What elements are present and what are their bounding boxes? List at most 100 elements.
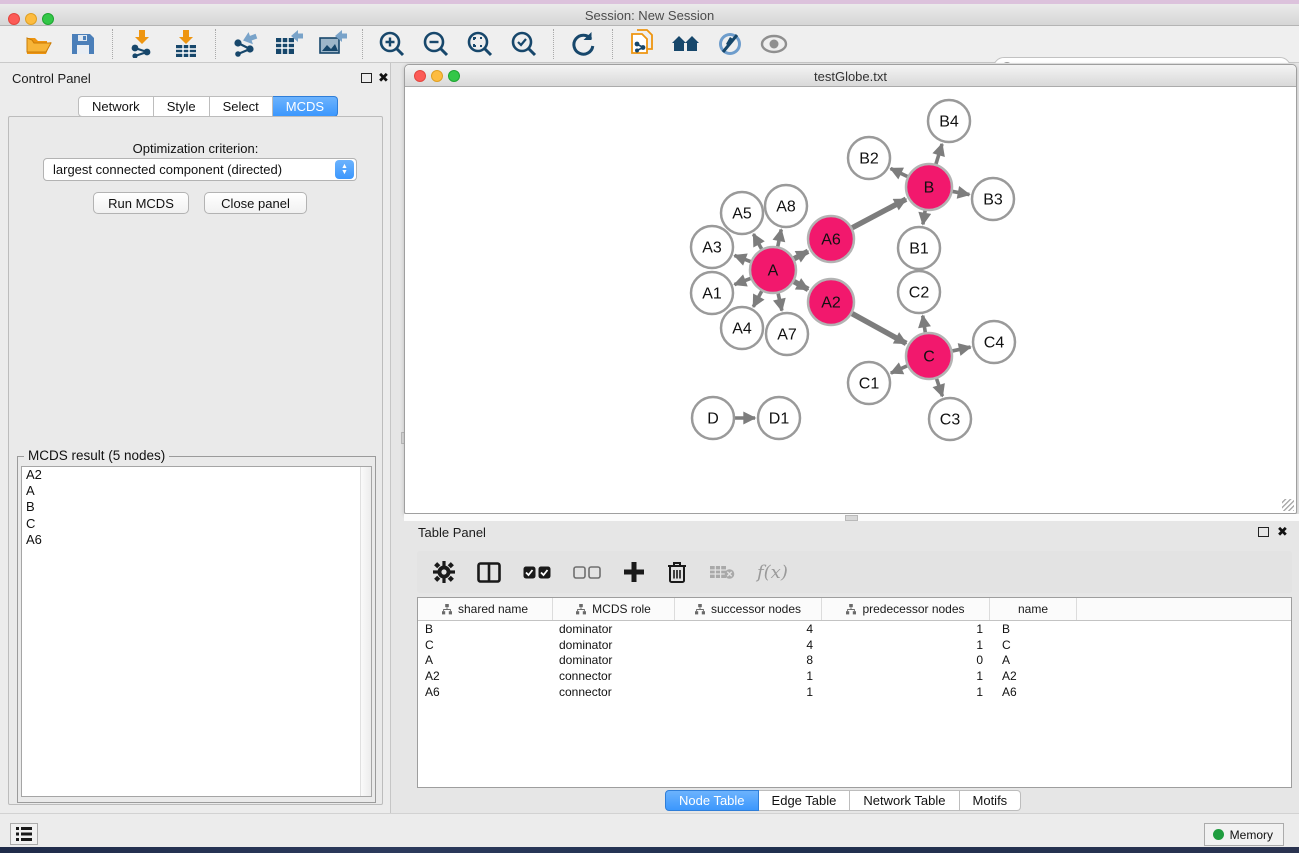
graph-edge-A-A3[interactable] bbox=[734, 255, 750, 261]
show-columns-icon[interactable] bbox=[477, 562, 501, 583]
import-network-icon[interactable] bbox=[127, 29, 157, 59]
open-session-icon[interactable] bbox=[24, 29, 54, 59]
graph-edge-A6-B[interactable] bbox=[852, 199, 906, 228]
table-row[interactable]: Bdominator41B bbox=[418, 621, 1291, 637]
graph-edge-C-C1[interactable] bbox=[891, 366, 907, 373]
tab-edge-table[interactable]: Edge Table bbox=[759, 790, 851, 811]
table-cell[interactable]: 4 bbox=[675, 622, 822, 636]
zoom-out-icon[interactable] bbox=[421, 29, 451, 59]
graph-node-A6[interactable]: A6 bbox=[808, 216, 854, 262]
graph-node-A5[interactable]: A5 bbox=[721, 192, 763, 234]
table-cell[interactable]: 8 bbox=[675, 653, 822, 667]
export-image-icon[interactable] bbox=[318, 29, 348, 59]
column-header-predecessor-nodes[interactable]: predecessor nodes bbox=[822, 598, 990, 620]
graph-node-B3[interactable]: B3 bbox=[972, 178, 1014, 220]
table-cell[interactable]: 1 bbox=[822, 638, 990, 652]
graph-node-C4[interactable]: C4 bbox=[973, 321, 1015, 363]
table-cell[interactable]: connector bbox=[553, 669, 675, 683]
delete-column-icon[interactable] bbox=[667, 561, 687, 584]
graph-edge-C-C4[interactable] bbox=[952, 347, 970, 351]
mcds-result-item[interactable]: A2 bbox=[22, 467, 371, 483]
export-table-icon[interactable] bbox=[274, 29, 304, 59]
column-header-successor-nodes[interactable]: successor nodes bbox=[675, 598, 822, 620]
create-column-icon[interactable] bbox=[623, 561, 645, 583]
memory-button[interactable]: Memory bbox=[1204, 823, 1284, 846]
tab-mcds[interactable]: MCDS bbox=[273, 96, 338, 117]
import-table-icon[interactable] bbox=[171, 29, 201, 59]
table-cell[interactable]: 1 bbox=[822, 622, 990, 636]
graph-edge-A-A6[interactable] bbox=[794, 251, 808, 258]
zoom-selected-icon[interactable] bbox=[509, 29, 539, 59]
main-titlebar[interactable]: Session: New Session bbox=[0, 4, 1299, 26]
graph-node-A3[interactable]: A3 bbox=[691, 226, 733, 268]
table-cell[interactable]: 4 bbox=[675, 638, 822, 652]
table-panel-close-icon[interactable]: ✖ bbox=[1277, 524, 1288, 540]
tab-motifs[interactable]: Motifs bbox=[960, 790, 1022, 811]
table-cell[interactable]: B bbox=[418, 622, 553, 636]
zoom-fit-icon[interactable] bbox=[465, 29, 495, 59]
table-row[interactable]: Adominator80A bbox=[418, 652, 1291, 668]
table-cell[interactable]: A bbox=[418, 653, 553, 667]
graph-node-D[interactable]: D bbox=[692, 397, 734, 439]
tab-network[interactable]: Network bbox=[78, 96, 154, 117]
graph-node-C3[interactable]: C3 bbox=[929, 398, 971, 440]
network-canvas[interactable]: AA1A2A3A4A5A6A7A8BB1B2B3B4CC1C2C3C4DD1 bbox=[406, 87, 1295, 513]
window-resize-grip[interactable] bbox=[1282, 499, 1294, 511]
mcds-list-scrollbar[interactable] bbox=[360, 467, 371, 796]
annotations-icon[interactable] bbox=[715, 29, 745, 59]
graph-node-C[interactable]: C bbox=[906, 333, 952, 379]
refresh-icon[interactable] bbox=[568, 29, 598, 59]
graph-edge-B-B1[interactable] bbox=[923, 211, 925, 225]
run-mcds-button[interactable]: Run MCDS bbox=[93, 192, 189, 214]
table-cell[interactable]: A2 bbox=[990, 669, 1077, 683]
control-panel-close-icon[interactable]: ✖ bbox=[378, 70, 389, 86]
close-panel-button[interactable]: Close panel bbox=[204, 192, 307, 214]
tab-network-table[interactable]: Network Table bbox=[850, 790, 959, 811]
graph-node-A2[interactable]: A2 bbox=[808, 279, 854, 325]
export-network-icon[interactable] bbox=[230, 29, 260, 59]
horizontal-divider-grip[interactable] bbox=[845, 515, 858, 521]
unselect-all-columns-icon[interactable] bbox=[573, 566, 601, 579]
network-window-titlebar[interactable]: testGlobe.txt bbox=[405, 65, 1296, 87]
mcds-result-item[interactable]: A bbox=[22, 483, 371, 499]
table-row[interactable]: A6connector11A6 bbox=[418, 684, 1291, 700]
select-all-columns-icon[interactable] bbox=[523, 566, 551, 579]
table-cell[interactable]: A bbox=[990, 653, 1077, 667]
graph-node-B[interactable]: B bbox=[906, 164, 952, 210]
node-table[interactable]: shared nameMCDS rolesuccessor nodesprede… bbox=[417, 597, 1292, 788]
table-row[interactable]: Cdominator41C bbox=[418, 637, 1291, 653]
graph-node-A7[interactable]: A7 bbox=[766, 313, 808, 355]
graph-edge-A2-C[interactable] bbox=[852, 314, 906, 344]
table-cell[interactable]: dominator bbox=[553, 653, 675, 667]
control-panel-float-icon[interactable] bbox=[361, 73, 372, 83]
graph-node-A1[interactable]: A1 bbox=[691, 272, 733, 314]
graph-edge-B-B3[interactable] bbox=[953, 191, 970, 194]
graph-edge-B-B2[interactable] bbox=[891, 168, 908, 176]
graph-node-A[interactable]: A bbox=[750, 247, 796, 293]
graph-node-C1[interactable]: C1 bbox=[848, 362, 890, 404]
table-cell[interactable]: dominator bbox=[553, 638, 675, 652]
table-cell[interactable]: 0 bbox=[822, 653, 990, 667]
table-cell[interactable]: 1 bbox=[675, 669, 822, 683]
optimization-criterion-select[interactable]: largest connected component (directed) ▲… bbox=[43, 158, 357, 181]
graph-edge-A-A4[interactable] bbox=[753, 291, 761, 307]
graph-node-B1[interactable]: B1 bbox=[898, 227, 940, 269]
table-cell[interactable]: connector bbox=[553, 685, 675, 699]
table-cell[interactable]: B bbox=[990, 622, 1077, 636]
table-cell[interactable]: C bbox=[418, 638, 553, 652]
column-header-shared-name[interactable]: shared name bbox=[418, 598, 553, 620]
network-from-clipboard-icon[interactable] bbox=[627, 29, 657, 59]
graph-node-B4[interactable]: B4 bbox=[928, 100, 970, 142]
graph-edge-A-A1[interactable] bbox=[734, 278, 750, 284]
graph-edge-B-B4[interactable] bbox=[936, 144, 942, 164]
mcds-result-list[interactable]: A2ABCA6 bbox=[21, 466, 372, 797]
tab-style[interactable]: Style bbox=[154, 96, 210, 117]
save-session-icon[interactable] bbox=[68, 29, 98, 59]
table-cell[interactable]: 1 bbox=[822, 685, 990, 699]
zoom-in-icon[interactable] bbox=[377, 29, 407, 59]
column-header-MCDS-role[interactable]: MCDS role bbox=[553, 598, 675, 620]
tab-node-table[interactable]: Node Table bbox=[665, 790, 759, 811]
graph-node-C2[interactable]: C2 bbox=[898, 271, 940, 313]
show-hide-icon[interactable] bbox=[759, 29, 789, 59]
tab-select[interactable]: Select bbox=[210, 96, 273, 117]
